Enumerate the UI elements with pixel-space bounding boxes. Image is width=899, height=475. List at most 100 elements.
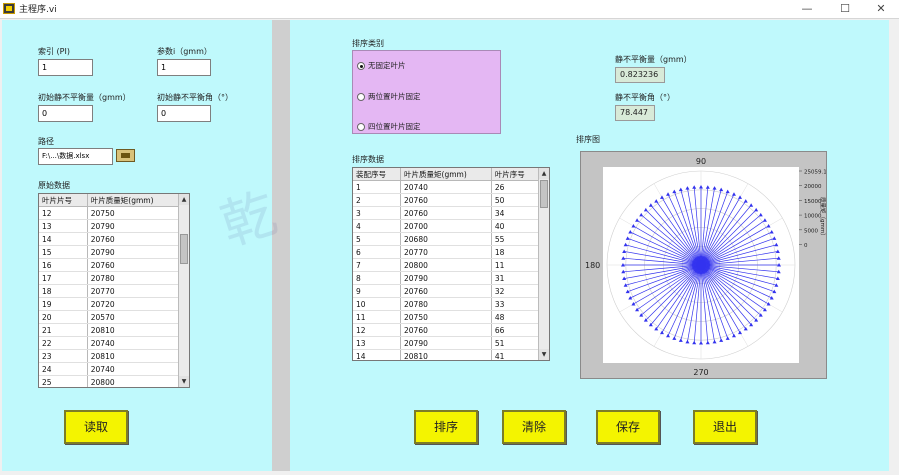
scroll-thumb[interactable] <box>180 234 188 264</box>
radio-selected-icon[interactable] <box>357 62 365 70</box>
sort-table-row-cell: 40 <box>491 219 541 233</box>
sort-table-row[interactable]: 11 20750 48 <box>353 310 541 324</box>
sort-table-row[interactable]: 10 20780 33 <box>353 297 541 311</box>
sort-data-table[interactable]: 装配序号 叶片质量矩(gmm) 叶片序号 1 20740 26 2 20760 50 3 20… <box>352 167 550 361</box>
scroll-down-icon[interactable]: ▼ <box>179 376 189 387</box>
left-panel: 索引 (PI) 1 参数i（gmm） 1 初始静不平衡量（gmm） 0 初始静不… <box>2 20 272 471</box>
sort-table-row-cell: 20780 <box>400 297 492 311</box>
raw-data-label: 原始数据 <box>38 181 70 190</box>
close-button[interactable]: ✕ <box>866 1 896 17</box>
sort-table-row-cell: 20790 <box>400 271 492 285</box>
raw-table-row[interactable]: 16 20760 <box>39 258 181 272</box>
static-angle-label: 静不平衡角（°） <box>615 93 675 102</box>
save-button[interactable]: 保存 <box>596 410 660 444</box>
radio-option-none[interactable]: 无固定叶片 <box>357 60 406 71</box>
radial-axis-label: 质量矩（gmm） <box>819 197 826 239</box>
app-icon <box>3 3 15 14</box>
raw-table-row[interactable]: 12 20750 <box>39 206 181 220</box>
exit-button[interactable]: 退出 <box>693 410 757 444</box>
sort-table-row-cell: 11 <box>353 310 402 324</box>
sort-table-row[interactable]: 4 20700 40 <box>353 219 541 233</box>
sort-table-row-cell: 6 <box>353 245 402 259</box>
raw-table-row-cell: 18 <box>39 284 88 298</box>
sort-table-row-cell: 20750 <box>400 310 492 324</box>
sort-table-row-cell: 20800 <box>400 258 492 272</box>
sort-button[interactable]: 排序 <box>414 410 478 444</box>
init-angle-label: 初始静不平衡角（°） <box>157 93 233 102</box>
raw-table-row-cell: 17 <box>39 271 88 285</box>
raw-table-row[interactable]: 14 20760 <box>39 232 181 246</box>
sort-table-row-cell: 20760 <box>400 323 492 337</box>
sort-table-row[interactable]: 2 20760 50 <box>353 193 541 207</box>
sort-table-row[interactable]: 14 20810 41 <box>353 349 541 360</box>
raw-table-row[interactable]: 13 20790 <box>39 219 181 233</box>
sort-table-row[interactable]: 8 20790 31 <box>353 271 541 285</box>
sort-table-row[interactable]: 1 20740 26 <box>353 180 541 194</box>
sort-header-assembly-no: 装配序号 <box>353 168 402 181</box>
sort-table-row[interactable]: 7 20800 11 <box>353 258 541 272</box>
init-unbalance-label: 初始静不平衡量（gmm） <box>38 93 131 102</box>
sort-table-row-cell: 20760 <box>400 206 492 220</box>
clear-button[interactable]: 清除 <box>502 410 566 444</box>
init-unbalance-input[interactable]: 0 <box>38 105 93 122</box>
folder-browse-icon[interactable] <box>116 149 135 162</box>
raw-table-row[interactable]: 23 20810 <box>39 349 181 363</box>
sort-table-row-cell: 2 <box>353 193 402 207</box>
scroll-down-icon[interactable]: ▼ <box>539 349 549 360</box>
raw-table-row-cell: 20570 <box>87 310 181 324</box>
sort-table-row[interactable]: 5 20680 55 <box>353 232 541 246</box>
radio-icon[interactable] <box>357 93 365 101</box>
raw-table-row-cell: 20720 <box>87 297 181 311</box>
sort-table-row-cell: 1 <box>353 180 402 194</box>
radio-option-two[interactable]: 两位置叶片固定 <box>357 91 421 102</box>
raw-table-scrollbar[interactable]: ▲ ▼ <box>178 194 189 387</box>
raw-table-row[interactable]: 18 20770 <box>39 284 181 298</box>
angle-label-90: 90 <box>696 157 706 166</box>
window-title: 主程序.vi <box>19 5 57 15</box>
sort-table-row[interactable]: 3 20760 34 <box>353 206 541 220</box>
static-unbalance-label: 静不平衡量（gmm） <box>615 55 692 64</box>
raw-table-row[interactable]: 24 20740 <box>39 362 181 376</box>
maximize-button[interactable]: ☐ <box>830 1 860 17</box>
raw-table-row-cell: 21 <box>39 323 88 337</box>
scroll-thumb[interactable] <box>540 180 548 208</box>
path-input[interactable]: F:\...\数据.xlsx <box>38 148 113 165</box>
raw-table-row[interactable]: 19 20720 <box>39 297 181 311</box>
sort-table-row-cell: 11 <box>491 258 541 272</box>
index-input[interactable]: 1 <box>38 59 93 76</box>
sort-table-scrollbar[interactable]: ▲ ▼ <box>538 168 549 360</box>
minimize-button[interactable]: — <box>792 1 822 17</box>
scroll-up-icon[interactable]: ▲ <box>539 168 549 179</box>
raw-table-row-cell: 20760 <box>87 232 181 246</box>
read-button[interactable]: 读取 <box>64 410 128 444</box>
raw-table-row[interactable]: 20 20570 <box>39 310 181 324</box>
radio-icon[interactable] <box>357 123 365 131</box>
static-unbalance-value: 0.823236 <box>615 67 665 83</box>
raw-data-table[interactable]: 叶片片号 叶片质量矩(gmm) 12 20750 13 20790 14 20760 15 2… <box>38 193 190 388</box>
raw-table-row[interactable]: 21 20810 <box>39 323 181 337</box>
radio-option-four[interactable]: 四位置叶片固定 <box>357 121 421 132</box>
radial-tick-label: 5000 <box>804 228 818 234</box>
sort-table-row[interactable]: 6 20770 18 <box>353 245 541 259</box>
sort-table-row[interactable]: 12 20760 66 <box>353 323 541 337</box>
sort-table-row[interactable]: 13 20790 51 <box>353 336 541 350</box>
scroll-up-icon[interactable]: ▲ <box>179 194 189 205</box>
sort-table-row-cell: 10 <box>353 297 402 311</box>
raw-table-row-cell: 20780 <box>87 271 181 285</box>
raw-table-row[interactable]: 15 20790 <box>39 245 181 259</box>
sort-table-row-cell: 8 <box>353 271 402 285</box>
raw-table-row[interactable]: 22 20740 <box>39 336 181 350</box>
init-angle-input[interactable]: 0 <box>157 105 211 122</box>
raw-table-row[interactable]: 25 20800 <box>39 375 181 387</box>
sort-table-row-cell: 9 <box>353 284 402 298</box>
radial-tick-label: 25059.13 <box>804 170 826 176</box>
polar-chart: 9018027025059.1320000150001000050000质量矩（… <box>585 157 831 377</box>
sort-table-row[interactable]: 9 20760 32 <box>353 284 541 298</box>
raw-header-mass-moment: 叶片质量矩(gmm) <box>87 194 181 207</box>
sort-table-row-cell: 4 <box>353 219 402 233</box>
sort-table-row-cell: 12 <box>353 323 402 337</box>
raw-table-row[interactable]: 17 20780 <box>39 271 181 285</box>
sort-table-row-cell: 50 <box>491 193 541 207</box>
sort-table-row-cell: 7 <box>353 258 402 272</box>
param-input[interactable]: 1 <box>157 59 211 76</box>
